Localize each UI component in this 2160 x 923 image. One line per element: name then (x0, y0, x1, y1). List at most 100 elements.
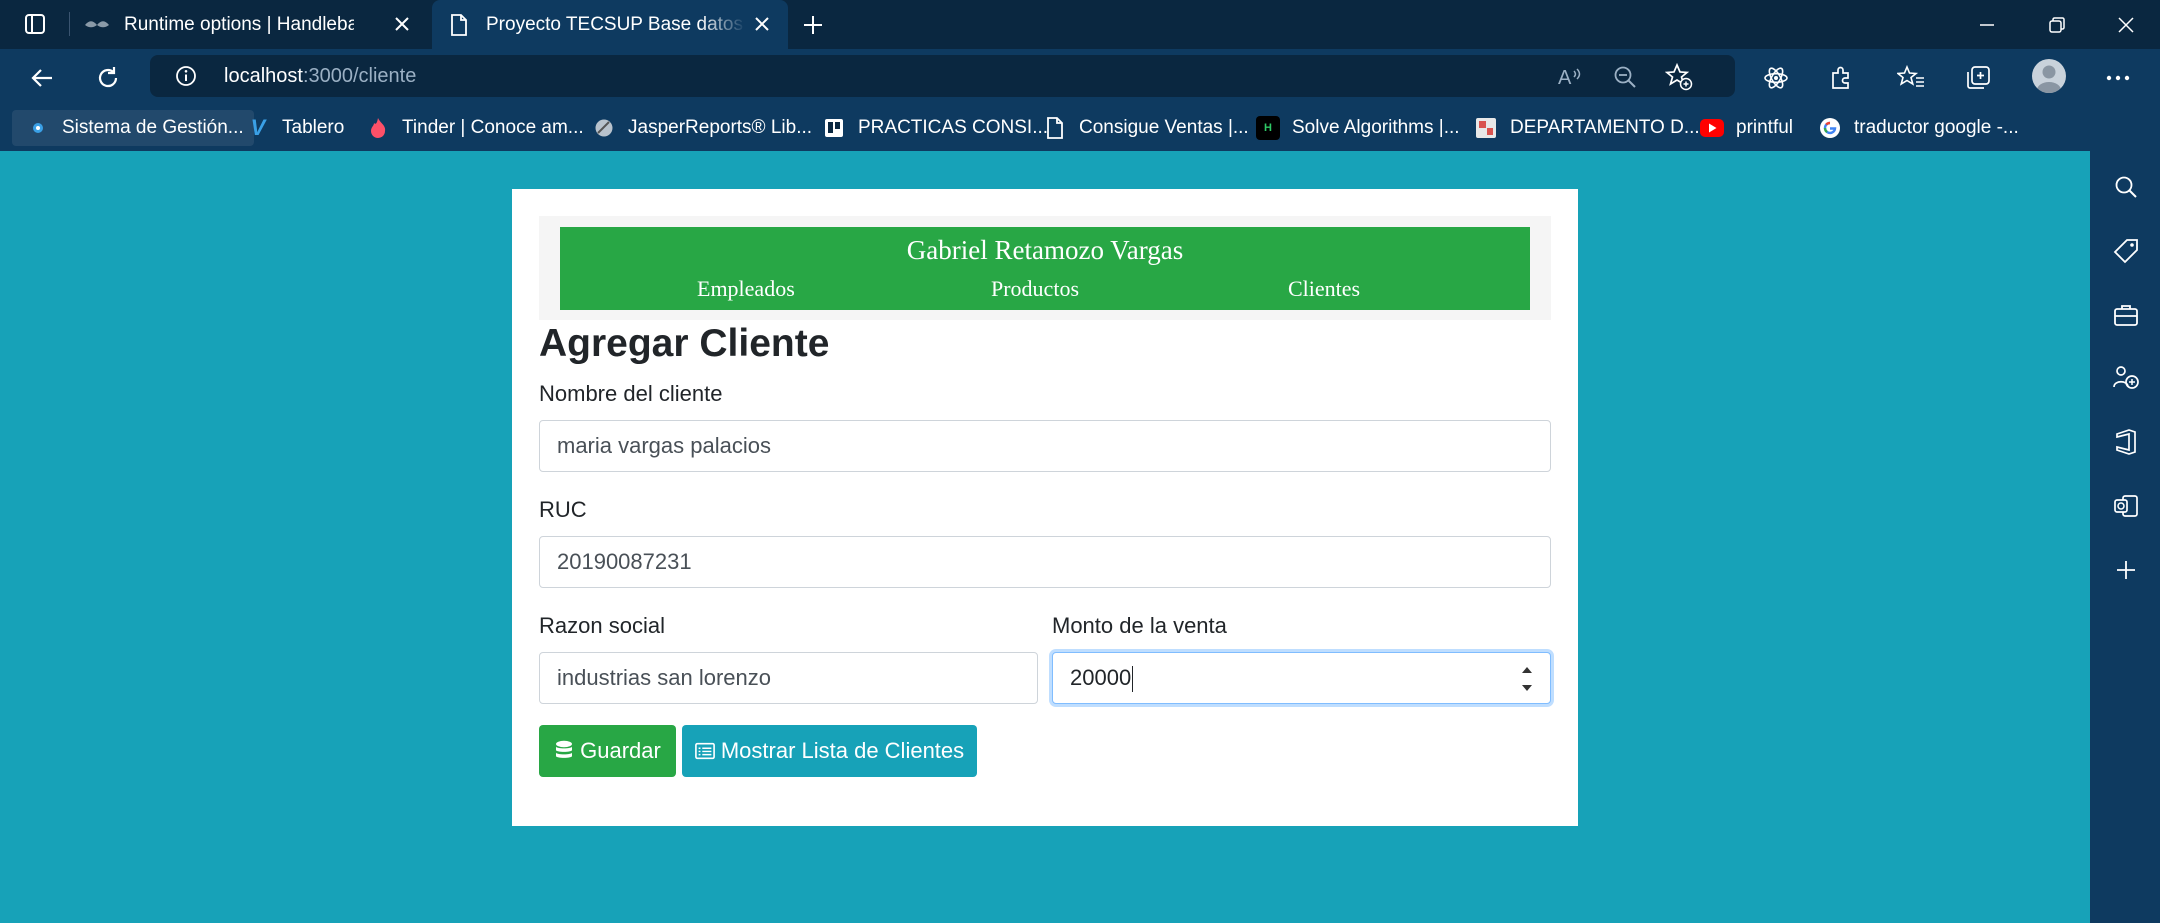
close-window-icon[interactable] (2111, 10, 2141, 40)
mostrar-lista-label: Mostrar Lista de Clientes (720, 738, 965, 763)
nombre-input[interactable]: maria vargas palacios (539, 420, 1551, 472)
profile-avatar[interactable] (2032, 59, 2066, 93)
refresh-icon[interactable] (92, 62, 124, 94)
bookmark-label: Tablero (282, 117, 345, 138)
ruc-label: RUC (539, 497, 587, 522)
trello-icon (822, 116, 846, 140)
bookmark-label: Solve Algorithms |... (1292, 117, 1460, 138)
zoom-out-icon[interactable] (1611, 63, 1639, 91)
text-caret (1132, 666, 1134, 693)
tab-title: Proyecto TECSUP Base datos avanzado (486, 13, 746, 35)
read-aloud-icon[interactable]: A (1556, 63, 1584, 91)
back-icon[interactable] (26, 62, 58, 94)
search-icon[interactable] (2111, 172, 2141, 202)
tinder-icon (366, 116, 390, 140)
tab-handlebars[interactable]: Runtime options | Handlebars (84, 0, 428, 49)
more-options-icon[interactable] (2102, 62, 2134, 94)
nombre-label: Nombre del cliente (539, 381, 723, 406)
handlebars-icon (84, 15, 110, 35)
bookmark-label: JasperReports® Lib... (628, 117, 813, 138)
url-text[interactable]: localhost:3000/cliente (224, 65, 416, 88)
monto-label: Monto de la venta (1052, 613, 1227, 638)
bookmarks-bar: Sistema de Gestión... V Tablero Tinder |… (0, 105, 2160, 151)
nombre-value: maria vargas palacios (557, 433, 771, 458)
bookmark-label: DEPARTAMENTO D... (1510, 117, 1700, 138)
ruc-value: 20190087231 (557, 549, 692, 574)
office-icon[interactable] (2111, 427, 2141, 457)
tools-briefcase-icon[interactable] (2111, 300, 2141, 330)
bookmark-practicas[interactable]: PRACTICAS CONSI... (822, 110, 1048, 146)
bookmark-printful[interactable]: printful (1700, 110, 1793, 146)
bookmark-solve-algorithms[interactable]: H Solve Algorithms |... (1256, 110, 1460, 146)
close-tab-icon[interactable] (390, 12, 414, 36)
edge-sidebar (2090, 151, 2160, 923)
bookmark-jasperreports[interactable]: JasperReports® Lib... (592, 110, 812, 146)
bookmark-label: Sistema de Gestión... (62, 117, 244, 138)
tab-title: Runtime options | Handlebars (124, 13, 354, 35)
guardar-label: Guardar (580, 738, 661, 763)
razon-social-value: industrias san lorenzo (557, 665, 772, 690)
bookmark-traductor-google[interactable]: traductor google -... (1818, 110, 2019, 146)
razon-social-input[interactable]: industrias san lorenzo (539, 652, 1038, 704)
nav-productos[interactable]: Productos (991, 276, 1079, 302)
content-card: Gabriel Retamozo Vargas Empleados Produc… (512, 189, 1578, 826)
extensions-icon[interactable] (1825, 62, 1857, 94)
bookmark-label: printful (1736, 117, 1794, 138)
react-devtools-icon[interactable] (1760, 62, 1792, 94)
tab-proyecto-tecsup[interactable]: Proyecto TECSUP Base datos avanzado (432, 0, 788, 49)
number-stepper[interactable] (1520, 666, 1534, 692)
monto-value: 20000 (1070, 665, 1132, 690)
monto-input[interactable]: 20000 (1052, 652, 1551, 704)
restore-icon[interactable] (2042, 10, 2072, 40)
bookmark-tablero[interactable]: V Tablero (246, 110, 345, 146)
ruc-input[interactable]: 20190087231 (539, 536, 1551, 588)
bookmark-consigue-ventas[interactable]: Consigue Ventas |... (1043, 110, 1249, 146)
new-tab-icon[interactable] (798, 10, 828, 40)
google-icon (1818, 116, 1842, 140)
bookmark-departamento[interactable]: DEPARTAMENTO D... (1474, 110, 1700, 146)
guardar-button[interactable]: Guardar (539, 725, 676, 777)
gestion-icon (26, 116, 50, 140)
tab-actions-icon[interactable] (20, 11, 50, 37)
razon-social-label: Razon social (539, 613, 665, 638)
address-bar[interactable]: localhost:3000/cliente A (150, 55, 1735, 97)
close-tab-icon[interactable] (750, 12, 774, 36)
favorites-icon[interactable] (1895, 62, 1927, 94)
bookmark-label: Consigue Ventas |... (1079, 117, 1249, 138)
page-icon (446, 13, 472, 36)
database-icon (554, 740, 574, 762)
mostrar-lista-button[interactable]: Mostrar Lista de Clientes (682, 725, 977, 777)
bookmark-sistema-gestion[interactable]: Sistema de Gestión... (12, 110, 254, 146)
games-icon[interactable] (2111, 363, 2141, 393)
jasper-icon (592, 116, 616, 140)
bookmark-label: Tinder | Conoce am... (402, 117, 584, 138)
outlook-icon[interactable] (2111, 491, 2141, 521)
header-container: Gabriel Retamozo Vargas Empleados Produc… (539, 216, 1551, 320)
site-title: Gabriel Retamozo Vargas (906, 235, 1184, 265)
tab-strip: Runtime options | Handlebars Proyecto TE… (0, 0, 2160, 49)
url-path: :3000/cliente (302, 65, 417, 87)
vimeo-icon: V (250, 115, 266, 140)
minimize-icon[interactable] (1972, 10, 2002, 40)
spin-down-icon[interactable] (1521, 684, 1533, 692)
list-icon (694, 740, 715, 762)
page-title: Agregar Cliente (539, 322, 830, 365)
add-sidebar-icon[interactable] (2111, 555, 2141, 585)
hackerrank-icon: H (1256, 116, 1280, 140)
nav-empleados[interactable]: Empleados (697, 276, 795, 302)
site-header: Gabriel Retamozo Vargas Empleados Produc… (560, 227, 1530, 310)
tab-separator (69, 12, 70, 36)
add-favorite-icon[interactable] (1665, 63, 1693, 91)
bookmark-tinder[interactable]: Tinder | Conoce am... (366, 110, 584, 146)
bookmark-label: traductor google -... (1854, 117, 2019, 138)
site-info-icon[interactable] (174, 64, 198, 88)
shopping-tag-icon[interactable] (2111, 236, 2141, 266)
page-icon (1043, 116, 1067, 140)
collections-icon[interactable] (1962, 62, 1994, 94)
url-host: localhost (224, 65, 303, 87)
departamento-icon (1474, 116, 1498, 140)
svg-text:A: A (1558, 67, 1572, 89)
bookmark-label: PRACTICAS CONSI... (858, 117, 1049, 138)
spin-up-icon[interactable] (1521, 666, 1533, 674)
nav-clientes[interactable]: Clientes (1288, 276, 1360, 302)
